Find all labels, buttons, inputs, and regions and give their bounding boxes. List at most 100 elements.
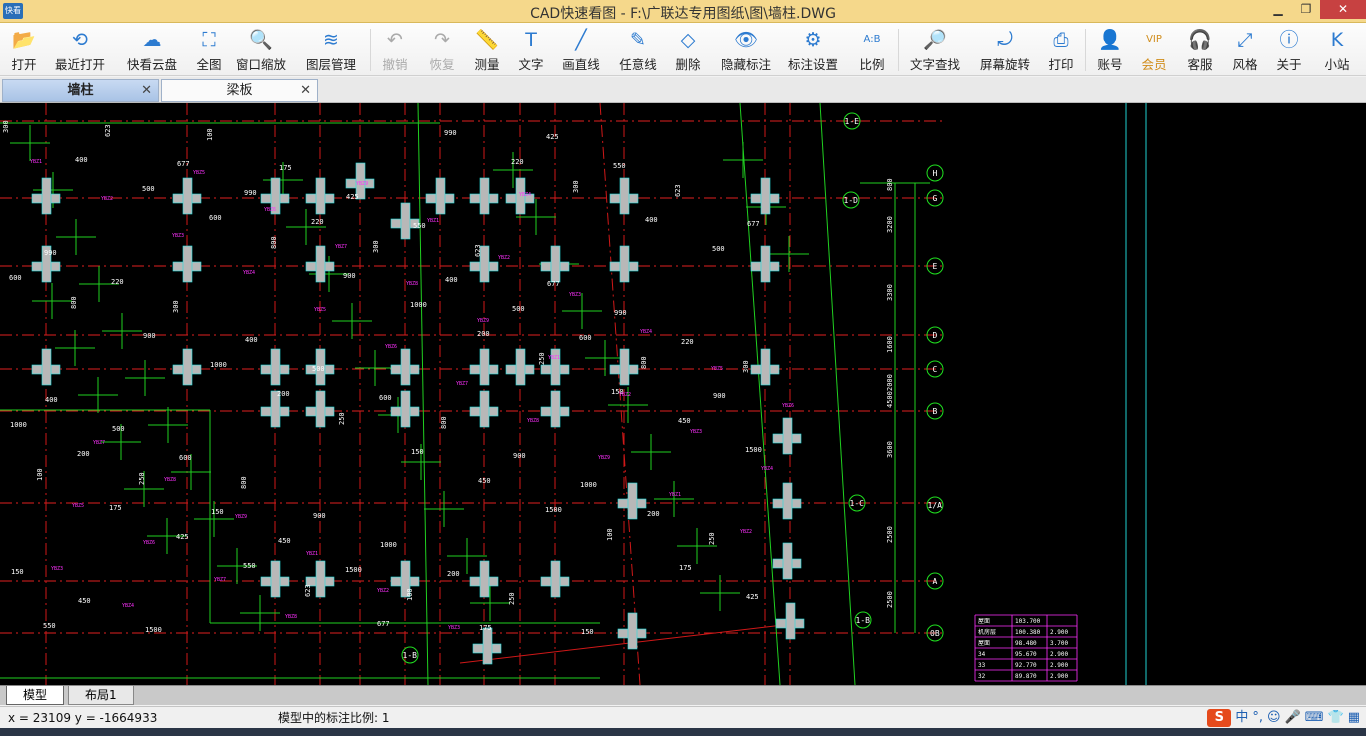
toolbar-button-redo[interactable]: ↷ 恢复: [422, 25, 462, 75]
dim-text: 600: [209, 214, 222, 222]
dim-text: 300: [742, 360, 750, 373]
table-cell: 103.700: [1015, 618, 1041, 625]
toolbar-button-text[interactable]: T 文字: [513, 25, 549, 75]
rotate-screen-icon: ⤾: [997, 29, 1013, 51]
column: [182, 245, 193, 283]
toolbar-button-label: 任意线: [619, 57, 657, 72]
annotation-scale-text: 模型中的标注比例: 1: [278, 711, 390, 725]
column-tag: YBZ2: [101, 196, 113, 202]
column: [182, 348, 193, 386]
dim-text: 400: [445, 276, 458, 284]
dim-text: 175: [679, 564, 692, 572]
dim-text: 300: [372, 240, 380, 253]
close-button[interactable]: ✕: [1320, 0, 1366, 19]
dim-text: 150: [211, 508, 224, 516]
eye-hide-icon: 👁: [733, 29, 759, 51]
dim-text: 175: [109, 504, 122, 512]
style-icon: ⤢: [1237, 29, 1253, 51]
column-tag: YBZ2: [619, 392, 631, 398]
toolbar-button-cloud[interactable]: ☁ 快看云盘: [120, 25, 184, 75]
close-tab-icon[interactable]: ✕: [300, 80, 311, 101]
dim-line: [417, 103, 429, 685]
toolbar-button-label: 最近打开: [54, 57, 105, 72]
toolbar-button-printer[interactable]: ⎙ 打印: [1040, 25, 1082, 75]
toolbar-button-eraser[interactable]: ◇ 删除: [669, 25, 707, 75]
axis-label: 1-C: [850, 499, 865, 508]
dim-text: 220: [111, 278, 124, 286]
tools-icon[interactable]: ▦: [1348, 707, 1360, 729]
toolbar-button-eye-hide[interactable]: 👁 隐藏标注: [713, 25, 779, 75]
column-tag: YBZ6: [143, 540, 155, 546]
toolbar-button-line[interactable]: ╱ 画直线: [557, 25, 605, 75]
keyboard-icon[interactable]: ⌨: [1305, 707, 1324, 729]
toolbar-button-label: 窗口缩放: [235, 57, 286, 72]
toolbar-button-settings[interactable]: ⚙ 标注设置: [783, 25, 843, 75]
toolbar-button-style[interactable]: ⤢ 风格: [1225, 25, 1265, 75]
toolbar-button-label: 风格: [1232, 57, 1258, 72]
skin-icon[interactable]: 👕: [1328, 707, 1344, 729]
toolbar-button-undo[interactable]: ↶ 撤销: [375, 25, 415, 75]
dim-text: 800: [440, 416, 448, 429]
minimize-button[interactable]: ▁: [1264, 0, 1292, 19]
layout-tab-layout1[interactable]: 布局1: [68, 686, 134, 705]
ime-punctuation[interactable]: °,: [1252, 707, 1263, 729]
toolbar-button-info[interactable]: ⓘ 关于: [1268, 25, 1310, 75]
toolbar-button-fit-all[interactable]: ⛶ 全图: [190, 25, 228, 75]
toolbar-button-recent-clock[interactable]: ⟲ 最近打开: [50, 25, 110, 75]
toolbar-button-label: 屏幕旋转: [979, 57, 1030, 72]
toolbar-button-folder-open[interactable]: 📂 打开: [2, 25, 46, 75]
table-cell: 机房层: [978, 628, 996, 636]
dim-text: 550: [613, 162, 626, 170]
dim-text: 623: [104, 124, 112, 137]
toolbar-button-headset[interactable]: 🎧 客服: [1180, 25, 1220, 75]
layout-tab-model[interactable]: 模型: [6, 686, 65, 705]
dim-text: 1600: [886, 336, 894, 353]
ime-language[interactable]: 中: [1235, 707, 1248, 729]
dim-text: 623: [304, 584, 312, 597]
toolbar-button-k-logo[interactable]: K 小站: [1315, 25, 1359, 75]
toolbar-button-rotate-screen[interactable]: ⤾ 屏幕旋转: [973, 25, 1037, 75]
document-tab-bar: 墙柱 ✕ 梁板 ✕: [0, 77, 1366, 103]
tab-beam-slab[interactable]: 梁板 ✕: [161, 79, 318, 102]
column-tag: YBZ4: [640, 329, 652, 335]
toolbar-button-vip[interactable]: VIP 会员: [1134, 25, 1174, 75]
toolbar-button-ruler[interactable]: 📏 测量: [467, 25, 507, 75]
column-tag: YBZ3: [172, 233, 184, 239]
sogou-logo-icon[interactable]: S: [1207, 709, 1232, 727]
toolbar-button-scale[interactable]: A:B 比例: [852, 25, 892, 75]
cad-drawing[interactable]: 300 400 500 600 800 900 1000 200 250 150 450 1500 10…: [0, 103, 1366, 685]
column-tag: YBZ5: [314, 307, 326, 313]
printer-icon: ⎙: [1053, 29, 1069, 51]
maximize-button[interactable]: ❐: [1292, 0, 1320, 19]
dim-text: 3200: [886, 216, 894, 233]
toolbar-button-layers[interactable]: ≋ 图层管理: [300, 25, 362, 75]
table-cell: 2.900: [1050, 662, 1068, 669]
dim-text: 500: [312, 365, 325, 373]
column: [479, 560, 490, 598]
dim-text: 500: [112, 425, 125, 433]
table-cell: 100.380: [1015, 629, 1041, 636]
dim-text: 550: [43, 622, 56, 630]
emoji-icon[interactable]: ☺: [1267, 707, 1281, 729]
dim-text: 250: [138, 472, 146, 485]
microphone-icon[interactable]: 🎤: [1285, 707, 1301, 729]
dim-text: 175: [479, 624, 492, 632]
close-tab-icon[interactable]: ✕: [141, 80, 152, 101]
toolbar-button-text-search[interactable]: 🔎 文字查找: [903, 25, 967, 75]
tab-wall-column[interactable]: 墙柱 ✕: [2, 79, 159, 102]
dim-text: 900: [143, 332, 156, 340]
toolbar-button-pen[interactable]: ✎ 任意线: [613, 25, 663, 75]
dim-text: 623: [474, 244, 482, 257]
column: [315, 245, 326, 283]
dim-text: 600: [9, 274, 22, 282]
dim-text: 677: [747, 220, 760, 228]
dim-text: 623: [674, 184, 682, 197]
dim-text: 300: [2, 120, 10, 133]
redo-icon: ↷: [434, 29, 450, 51]
toolbar-button-window-zoom[interactable]: 🔍 窗口缩放: [232, 25, 290, 75]
column: [785, 602, 796, 640]
drawing-canvas[interactable]: 300 400 500 600 800 900 1000 200 250 150 450 1500 10…: [0, 103, 1366, 685]
toolbar-button-user[interactable]: 👤 账号: [1090, 25, 1130, 75]
table-cell: 98.480: [1015, 640, 1037, 647]
dim-text: 150: [11, 568, 24, 576]
